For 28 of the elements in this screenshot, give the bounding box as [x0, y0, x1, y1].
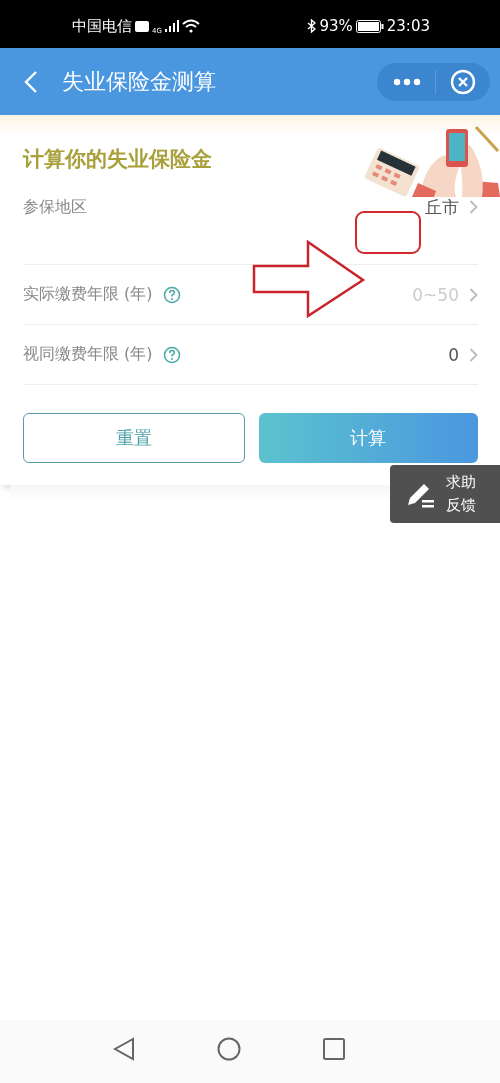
signal-icon: [164, 20, 179, 32]
chevron-icon: [469, 346, 478, 363]
battery-percent: 93%: [319, 17, 353, 35]
field-label: 参保地区: [23, 196, 87, 218]
field-label: 实际缴费年限 (年): [23, 284, 153, 305]
home-nav-icon[interactable]: [217, 1036, 241, 1061]
page-title: 失业保险金测算: [62, 67, 217, 96]
feedback-button[interactable]: 求助 反馈: [390, 465, 500, 523]
chevron-icon: [469, 199, 478, 215]
field-label: 视同缴费年限 (年): [23, 344, 153, 365]
card-title: 计算你的失业保险金: [23, 146, 212, 173]
help-icon[interactable]: [162, 285, 181, 304]
chevron-icon: [469, 286, 478, 303]
back-nav-icon[interactable]: [113, 1036, 135, 1061]
close-icon[interactable]: [450, 68, 476, 95]
field-value[interactable]: 0: [448, 344, 459, 365]
more-icon[interactable]: [393, 77, 421, 86]
help-icon[interactable]: [162, 345, 181, 364]
clock: 23:03: [386, 17, 430, 35]
hd-icon: [135, 20, 149, 32]
carrier-label: 中国电信: [72, 16, 132, 36]
battery-icon: [355, 19, 384, 33]
bluetooth-icon: [307, 19, 317, 33]
back-icon[interactable]: [24, 69, 38, 94]
field-value[interactable]: 丘市: [425, 195, 459, 219]
feedback-label: 求助 反馈: [446, 472, 476, 516]
recents-nav-icon[interactable]: [323, 1037, 345, 1060]
wifi-icon: [181, 19, 200, 33]
